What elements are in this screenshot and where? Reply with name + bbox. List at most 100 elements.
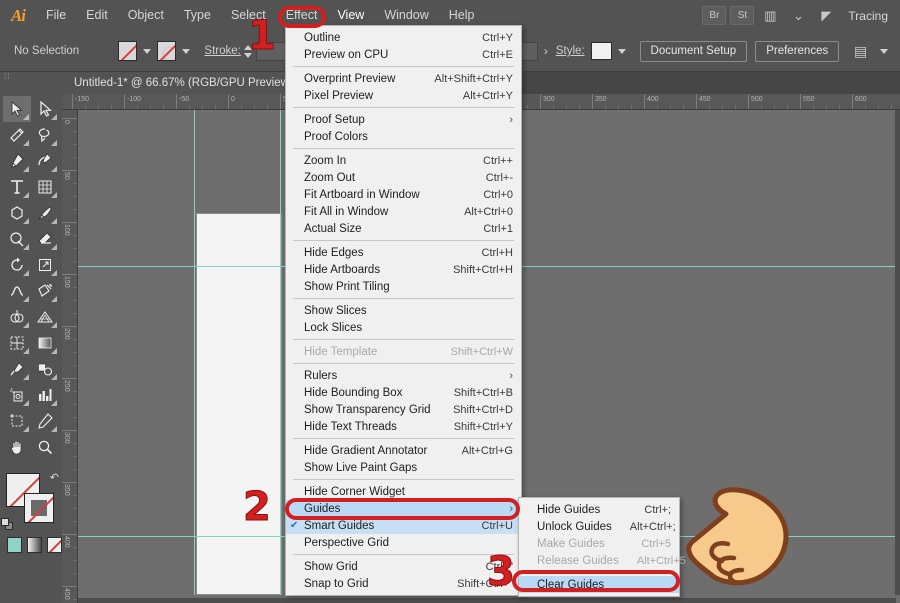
workspace-rocket-icon[interactable]: ◤ — [814, 6, 838, 25]
artboard[interactable] — [196, 213, 282, 595]
menu-item-label: Show Transparency Grid — [304, 403, 431, 416]
menu-item-show-slices[interactable]: Show Slices — [286, 302, 521, 319]
magic-wand-tool[interactable] — [3, 122, 31, 148]
menu-item-guides[interactable]: Guides › — [286, 500, 521, 517]
style-label[interactable]: Style: — [556, 45, 585, 57]
menu-item-proof-setup[interactable]: Proof Setup › — [286, 111, 521, 128]
shaper-tool[interactable] — [3, 226, 31, 252]
preferences-button[interactable]: Preferences — [755, 40, 840, 62]
menu-item-overprint-preview[interactable]: Overprint Preview Alt+Shift+Ctrl+Y — [286, 70, 521, 87]
st-stock-icon[interactable]: St — [730, 6, 755, 25]
ruler-minor-tick — [189, 105, 190, 109]
horizontal-scrollbar[interactable] — [78, 598, 896, 603]
vertical-guide[interactable] — [194, 110, 195, 595]
gradient-tool[interactable] — [31, 330, 59, 356]
menu-item-show-grid[interactable]: Show Grid Ctrl+" — [286, 558, 521, 575]
menu-item-hide-bounding-box[interactable]: Hide Bounding Box Shift+Ctrl+B — [286, 384, 521, 401]
document-tab[interactable]: Untitled-1* @ 66.67% (RGB/GPU Preview) — [62, 72, 306, 94]
align-panel-icon[interactable]: ▤ — [849, 42, 872, 61]
submenu-item-hide-guides[interactable]: Hide Guides Ctrl+; — [519, 501, 679, 518]
column-graph-tool[interactable] — [31, 382, 59, 408]
menu-item-pixel-preview[interactable]: Pixel Preview Alt+Ctrl+Y — [286, 87, 521, 104]
submenu-item-clear-guides[interactable]: Clear Guides — [519, 576, 679, 593]
slice-tool[interactable] — [31, 408, 59, 434]
menu-item-show-live-paint-gaps[interactable]: Show Live Paint Gaps — [286, 459, 521, 476]
line-segment-tool[interactable] — [31, 174, 59, 200]
pen-tool[interactable] — [3, 148, 31, 174]
menu-item-hide-corner-widget[interactable]: Hide Corner Widget — [286, 483, 521, 500]
scale-tool[interactable] — [31, 252, 59, 278]
direct-selection-tool[interactable] — [31, 96, 59, 122]
eyedropper-tool[interactable] — [3, 356, 31, 382]
menu-object[interactable]: Object — [118, 0, 174, 31]
menu-item-hide-artboards[interactable]: Hide Artboards Shift+Ctrl+H — [286, 261, 521, 278]
opacity-expand-icon[interactable]: › — [544, 44, 548, 58]
eraser-tool[interactable] — [31, 226, 59, 252]
document-setup-button[interactable]: Document Setup — [639, 40, 748, 62]
vertical-scrollbar[interactable] — [895, 110, 900, 595]
default-fill-stroke-icon[interactable] — [1, 518, 14, 531]
submenu-item-unlock-guides[interactable]: Unlock Guides Alt+Ctrl+; — [519, 518, 679, 535]
menu-item-preview-on-cpu[interactable]: Preview on CPU Ctrl+E — [286, 46, 521, 63]
arrange-documents-icon[interactable]: ▥ — [758, 6, 782, 25]
rotate-tool[interactable] — [3, 252, 31, 278]
menu-item-snap-to-grid[interactable]: Snap to Grid Shift+Ctrl+" — [286, 575, 521, 592]
menu-item-outline[interactable]: Outline Ctrl+Y — [286, 29, 521, 46]
width-tool[interactable] — [3, 278, 31, 304]
shape-builder-tool[interactable] — [3, 304, 31, 330]
menu-item-fit-artboard-in-window[interactable]: Fit Artboard in Window Ctrl+0 — [286, 186, 521, 203]
swap-fill-stroke-icon[interactable]: ↶ — [50, 471, 59, 484]
gradient-button[interactable] — [27, 537, 42, 553]
shape-tool[interactable] — [3, 200, 31, 226]
menu-item-actual-size[interactable]: Actual Size Ctrl+1 — [286, 220, 521, 237]
blend-tool[interactable] — [31, 356, 59, 382]
none-button[interactable] — [47, 537, 62, 553]
menu-item-rulers[interactable]: Rulers › — [286, 367, 521, 384]
color-button[interactable] — [7, 537, 22, 553]
fill-chevron-down-icon[interactable] — [143, 48, 152, 54]
artboard-tool[interactable] — [3, 408, 31, 434]
menu-item-hide-text-threads[interactable]: Hide Text Threads Shift+Ctrl+Y — [286, 418, 521, 435]
control-bar-overflow-chevron-icon[interactable] — [879, 48, 888, 54]
zoom-tool[interactable] — [31, 434, 59, 460]
hand-tool[interactable] — [3, 434, 31, 460]
menu-item-show-print-tiling[interactable]: Show Print Tiling — [286, 278, 521, 295]
vertical-ruler[interactable]: 0 50 100 150 200 250 300 350 400 450 — [62, 110, 78, 603]
free-transform-tool[interactable] — [31, 278, 59, 304]
stroke-color-swatch[interactable] — [24, 493, 54, 523]
menu-type[interactable]: Type — [174, 0, 221, 31]
perspective-grid-tool[interactable] — [31, 304, 59, 330]
type-tool[interactable] — [3, 174, 31, 200]
menu-item-fit-all-in-window[interactable]: Fit All in Window Alt+Ctrl+0 — [286, 203, 521, 220]
stroke-weight-label[interactable]: Stroke: — [204, 45, 240, 57]
curvature-tool[interactable] — [31, 148, 59, 174]
menu-edit[interactable]: Edit — [76, 0, 118, 31]
menu-item-proof-colors[interactable]: Proof Colors — [286, 128, 521, 145]
menu-item-smart-guides[interactable]: ✔ Smart Guides Ctrl+U — [286, 517, 521, 534]
menu-item-zoom-out[interactable]: Zoom Out Ctrl+- — [286, 169, 521, 186]
arrange-documents-chevron-icon[interactable]: ⌄ — [786, 6, 810, 25]
menu-item-show-transparency-grid[interactable]: Show Transparency Grid Shift+Ctrl+D — [286, 401, 521, 418]
selection-tool[interactable] — [3, 96, 31, 122]
menu-item-hide-edges[interactable]: Hide Edges Ctrl+H — [286, 244, 521, 261]
menu-item-zoom-in[interactable]: Zoom In Ctrl++ — [286, 152, 521, 169]
view-dropdown-menu[interactable]: Outline Ctrl+Y Preview on CPU Ctrl+E Overpri… — [285, 25, 522, 596]
tools-panel-grip[interactable]: ⁞⁞ — [0, 72, 62, 84]
stroke-chevron-down-icon[interactable] — [182, 48, 191, 54]
paintbrush-tool[interactable] — [31, 200, 59, 226]
symbol-sprayer-tool[interactable] — [3, 382, 31, 408]
workspace-tracing-label[interactable]: Tracing — [840, 9, 896, 23]
stroke-none-swatch[interactable] — [157, 41, 177, 61]
lasso-tool[interactable] — [31, 122, 59, 148]
graphic-style-swatch[interactable] — [590, 42, 612, 60]
menu-item-perspective-grid[interactable]: Perspective Grid› — [286, 534, 521, 551]
vertical-guide[interactable] — [280, 110, 281, 595]
style-chevron-down-icon[interactable] — [617, 48, 626, 54]
br-bridge-icon[interactable]: Br — [702, 6, 727, 25]
menu-file[interactable]: File — [36, 0, 76, 31]
menu-item-lock-slices[interactable]: Lock Slices — [286, 319, 521, 336]
menu-item-hide-gradient-annotator[interactable]: Hide Gradient Annotator Alt+Ctrl+G — [286, 442, 521, 459]
guides-submenu[interactable]: Hide Guides Ctrl+; Unlock Guides Alt+Ctrl+;… — [518, 497, 686, 597]
mesh-tool[interactable] — [3, 330, 31, 356]
fill-none-swatch[interactable] — [118, 41, 138, 61]
